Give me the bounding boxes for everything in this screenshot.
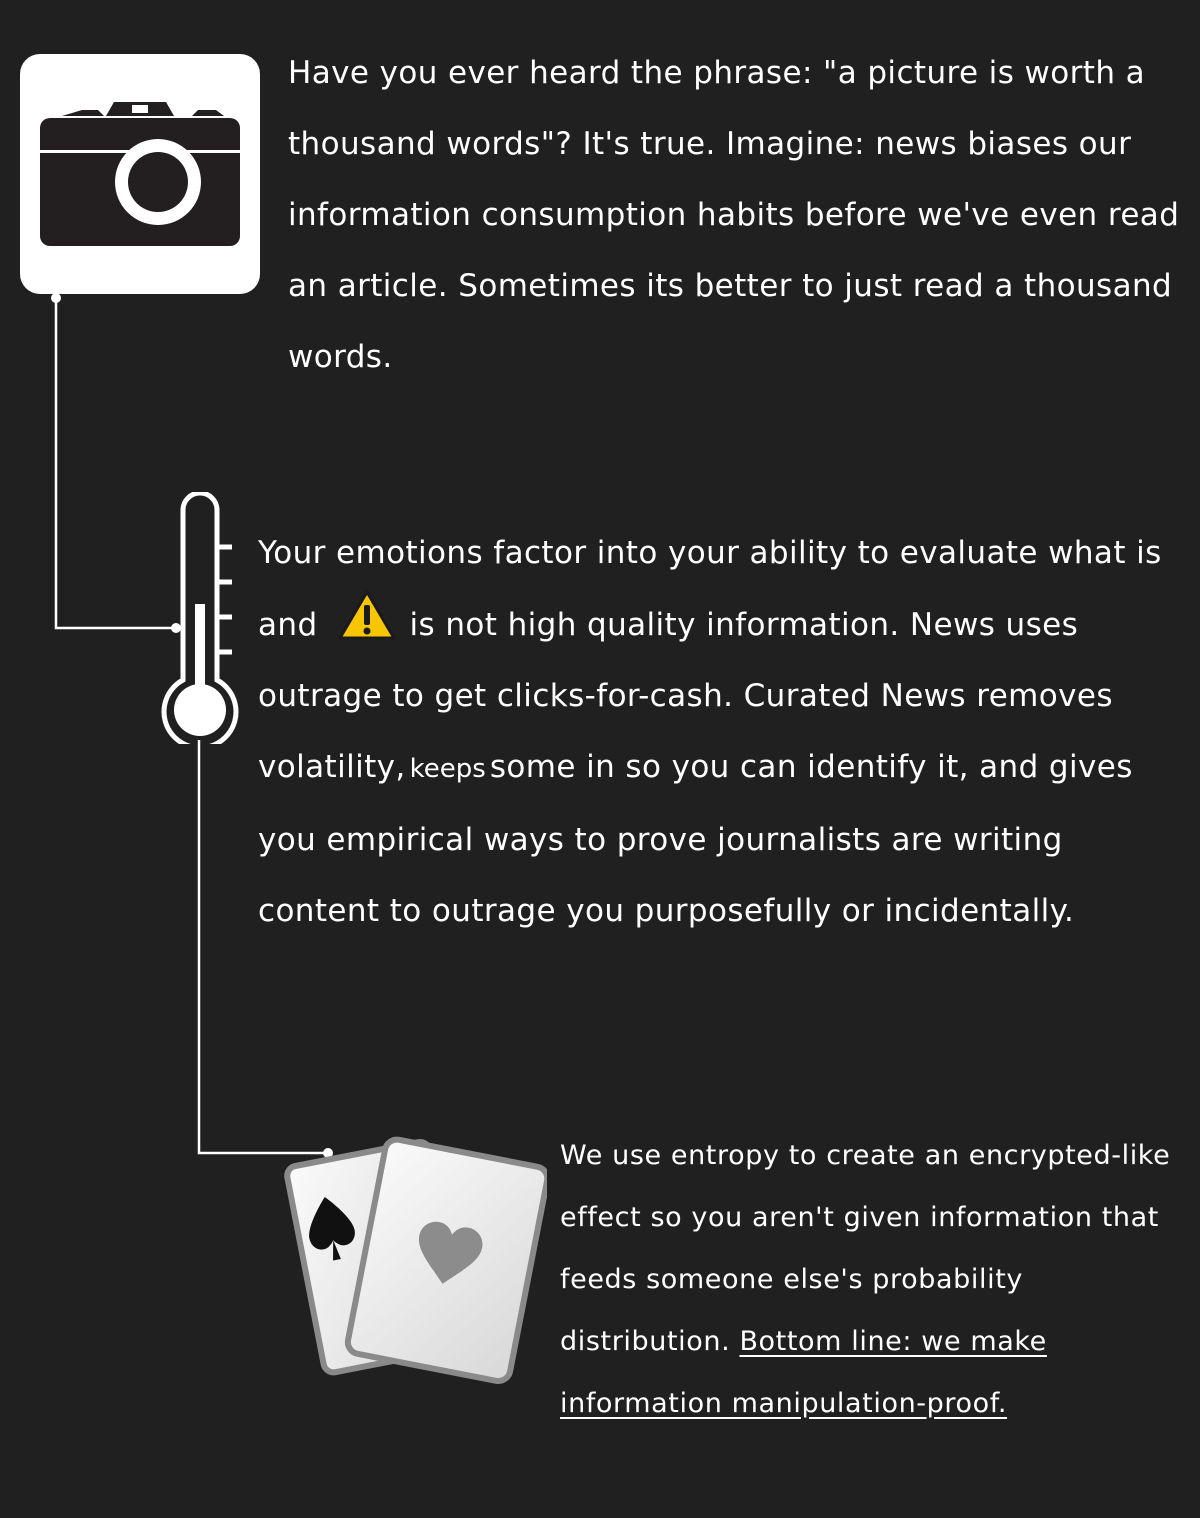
emotions-paragraph: Your emotions factor into your ability t…	[258, 518, 1193, 947]
entropy-text: We use entropy to create an encrypted-li…	[560, 1140, 1171, 1357]
camera-icon	[40, 102, 240, 246]
playing-cards-icon	[284, 1136, 547, 1384]
warning-icon	[338, 590, 396, 640]
camera-icon-tile	[20, 54, 260, 294]
thermometer-icon	[161, 492, 239, 744]
entropy-paragraph: We use entropy to create an encrypted-li…	[560, 1125, 1192, 1435]
intro-paragraph: Have you ever heard the phrase: "a pictu…	[288, 38, 1193, 393]
intro-text: Have you ever heard the phrase: "a pictu…	[288, 55, 1180, 375]
keeps-word: keeps	[409, 754, 486, 784]
